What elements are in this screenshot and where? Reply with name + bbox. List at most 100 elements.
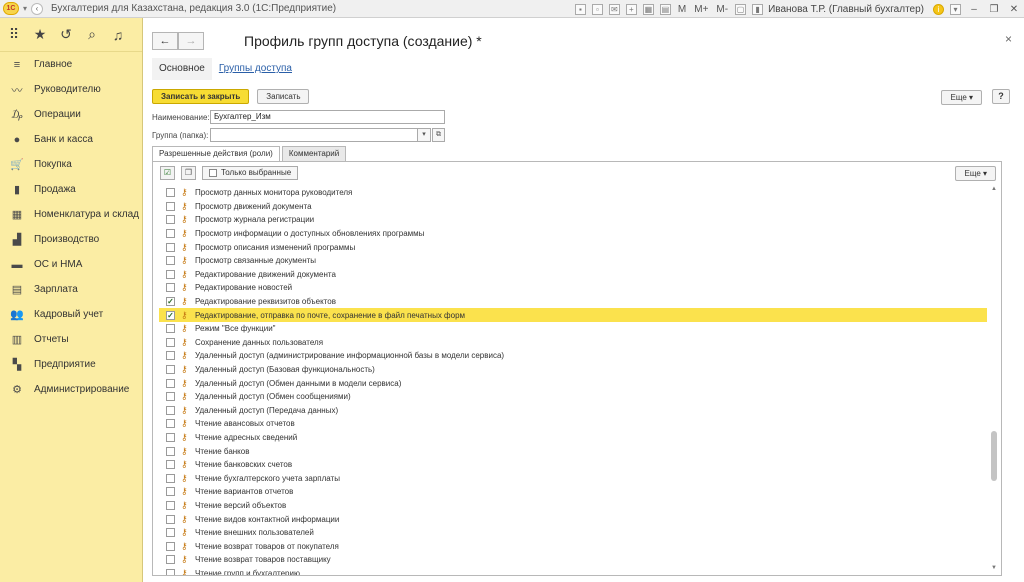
close-form-button[interactable]: ×	[1005, 32, 1012, 46]
tab-roles[interactable]: Разрешенные действия (роли)	[152, 146, 280, 162]
role-checkbox[interactable]	[166, 541, 175, 551]
role-row[interactable]: ⚷ Удаленный доступ (Передача данных)	[159, 404, 987, 418]
role-checkbox[interactable]	[166, 242, 175, 252]
role-checkbox[interactable]	[166, 405, 175, 415]
sidebar-item[interactable]: ▥ Отчеты	[0, 327, 142, 352]
role-row[interactable]: ⚷ Удаленный доступ (Обмен данными в модел…	[159, 376, 987, 390]
role-checkbox[interactable]	[166, 324, 175, 334]
role-checkbox[interactable]	[166, 351, 175, 361]
role-checkbox[interactable]	[166, 555, 175, 565]
role-row[interactable]: ⚷ Просмотр движений документа	[159, 200, 987, 214]
role-row[interactable]: ⚷ Чтение версий объектов	[159, 499, 987, 513]
role-row[interactable]: ✓ ⚷ Редактирование реквизитов объектов	[159, 295, 987, 309]
restore-button[interactable]: ❐	[984, 4, 1004, 15]
role-checkbox[interactable]	[166, 568, 175, 575]
only-selected-toggle[interactable]: Только выбранные	[202, 166, 299, 180]
role-row[interactable]: ⚷ Просмотр связанные документы	[159, 254, 987, 268]
tab-comment[interactable]: Комментарий	[281, 146, 347, 162]
app-logo-icon[interactable]: 1С	[3, 2, 19, 15]
role-row[interactable]: ⚷ Режим "Все функции"	[159, 322, 987, 336]
scroll-down-icon[interactable]: ▼	[989, 565, 999, 575]
role-checkbox[interactable]	[166, 188, 175, 198]
role-checkbox[interactable]: ✓	[166, 297, 175, 307]
role-checkbox[interactable]	[166, 460, 175, 470]
memory-button[interactable]: M	[678, 4, 686, 15]
sidebar-item[interactable]: ₯ Операции	[0, 102, 142, 127]
group-dropdown-button[interactable]: ▾	[418, 128, 431, 142]
sidebar-item[interactable]: ≡ Главное	[0, 52, 142, 77]
role-checkbox[interactable]	[166, 487, 175, 497]
window-menu-icon[interactable]: ▾	[950, 3, 961, 15]
role-checkbox[interactable]	[166, 528, 175, 538]
sidebar-item[interactable]: ● Банк и касса	[0, 127, 142, 152]
back-button[interactable]: ←	[152, 32, 178, 50]
role-checkbox[interactable]	[166, 473, 175, 483]
print-icon[interactable]: ▫	[591, 3, 603, 15]
role-checkbox[interactable]	[166, 500, 175, 510]
roles-more-button[interactable]: Еще ▾	[955, 166, 996, 181]
tab-main[interactable]: Основное	[152, 58, 212, 80]
role-row[interactable]: ⚷ Чтение бухгалтерского учета зарплаты	[159, 471, 987, 485]
role-row[interactable]: ⚷ Удаленный доступ (администрирование инф…	[159, 349, 987, 363]
only-selected-checkbox[interactable]	[209, 169, 217, 177]
apps-grid-icon[interactable]: ⠿	[7, 26, 21, 43]
role-checkbox[interactable]	[166, 432, 175, 442]
role-row[interactable]: ⚷ Чтение банков	[159, 444, 987, 458]
role-checkbox[interactable]	[166, 269, 175, 279]
role-row[interactable]: ⚷ Редактирование движений документа	[159, 268, 987, 282]
role-checkbox[interactable]	[166, 201, 175, 211]
sidebar-item[interactable]: ⚙ Администрирование	[0, 377, 142, 402]
role-checkbox[interactable]	[166, 283, 175, 293]
save-icon[interactable]: ▪	[574, 3, 586, 15]
role-row[interactable]: ⚷ Просмотр журнала регистрации	[159, 213, 987, 227]
role-row[interactable]: ⚷ Чтение банковских счетов	[159, 458, 987, 472]
search-icon[interactable]: ⌕	[85, 26, 99, 43]
sidebar-item[interactable]: 🛒 Покупка	[0, 152, 142, 177]
save-button[interactable]: Записать	[257, 89, 310, 104]
sidebar-item[interactable]: 〰 Руководителю	[0, 77, 142, 102]
role-checkbox[interactable]	[166, 365, 175, 375]
open-group-icon[interactable]: ⧉	[432, 128, 445, 142]
sidebar-item[interactable]: ▟ Производство	[0, 227, 142, 252]
sidebar-item[interactable]: 👥 Кадровый учет	[0, 302, 142, 327]
sidebar-item[interactable]: ▮ Продажа	[0, 177, 142, 202]
sidebar-item[interactable]: ▦ Номенклатура и склад	[0, 202, 142, 227]
role-checkbox[interactable]: ✓	[166, 310, 175, 320]
role-checkbox[interactable]	[166, 392, 175, 402]
zoom-icon[interactable]: ▢	[735, 3, 747, 15]
close-window-button[interactable]: ✕	[1004, 4, 1024, 15]
main-menu-icon[interactable]: ▾	[23, 4, 27, 13]
forward-button[interactable]: →	[178, 32, 204, 50]
mail-icon[interactable]: ✉	[608, 3, 620, 15]
favorites-star-icon[interactable]: ★	[33, 26, 47, 43]
current-user[interactable]: Иванова Т.Р. (Главный бухгалтер)	[768, 4, 924, 15]
tab-access-groups[interactable]: Группы доступа	[212, 58, 299, 80]
history-icon[interactable]: ↺	[59, 26, 73, 43]
roles-scrollbar[interactable]: ▲ ▼	[989, 186, 999, 575]
role-row[interactable]: ✓ ⚷ Редактирование, отправка по почте, сох…	[159, 308, 987, 322]
check-all-icon[interactable]: ☑	[160, 166, 175, 180]
role-row[interactable]: ⚷ Чтение возврат товаров от покупателя	[159, 539, 987, 553]
role-row[interactable]: ⚷ Чтение возврат товаров поставщику	[159, 553, 987, 567]
role-row[interactable]: ⚷ Чтение адресных сведений	[159, 431, 987, 445]
notification-bell-icon[interactable]: ♫	[111, 27, 125, 43]
role-row[interactable]: ⚷ Чтение авансовых отчетов	[159, 417, 987, 431]
role-checkbox[interactable]	[166, 229, 175, 239]
role-checkbox[interactable]	[166, 514, 175, 524]
attach-icon[interactable]: +	[625, 3, 637, 15]
back-circle-icon[interactable]: ‹	[31, 2, 44, 15]
sidebar-item[interactable]: ▚ Предприятие	[0, 352, 142, 377]
user-icon[interactable]: ▮	[752, 3, 764, 15]
scroll-thumb[interactable]	[991, 431, 997, 481]
more-actions-button[interactable]: Еще ▾	[941, 90, 982, 105]
role-checkbox[interactable]	[166, 378, 175, 388]
sidebar-item[interactable]: ▤ Зарплата	[0, 277, 142, 302]
role-row[interactable]: ⚷ Чтение групп и бухгалтерию	[159, 567, 987, 575]
uncheck-all-icon[interactable]: ❐	[181, 166, 196, 180]
role-row[interactable]: ⚷ Просмотр данных монитора руководителя	[159, 186, 987, 200]
memory-minus-button[interactable]: M-	[716, 4, 728, 15]
role-row[interactable]: ⚷ Редактирование новостей	[159, 281, 987, 295]
role-checkbox[interactable]	[166, 337, 175, 347]
role-row[interactable]: ⚷ Чтение внешних пользователей	[159, 526, 987, 540]
role-row[interactable]: ⚷ Просмотр информации о доступных обновле…	[159, 227, 987, 241]
